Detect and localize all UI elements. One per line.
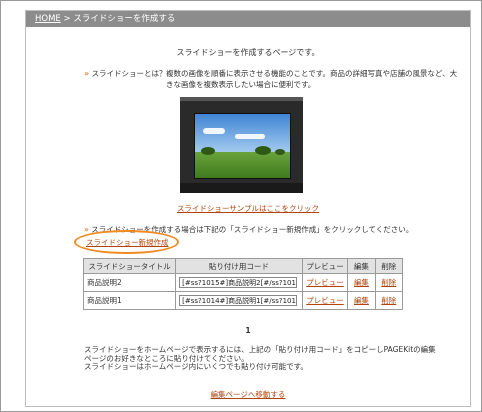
col-title-header: スライドショータイトル — [82, 258, 177, 274]
slideshow-sample-link[interactable]: スライドショーサンプルはここをクリック — [177, 204, 319, 213]
slideshow-title: 商品説明2 — [82, 273, 177, 292]
usage-notes: スライドショーをホームページで表示するには、上記の「貼り付け用コード」をコピーし… — [84, 345, 464, 372]
edit-link[interactable]: 編集 — [354, 278, 369, 287]
col-code-header: 貼り付け用コード — [175, 258, 303, 274]
embed-code-field[interactable]: [#ss?1015#]商品説明2[#/ss?1015#] — [179, 277, 298, 288]
page-frame: HOME > スライドショーを作成する スライドショーを作成するページです。 »… — [0, 0, 482, 412]
pagination: 1 — [26, 326, 470, 335]
sample-link-wrap: スライドショーサンプルはここをクリック — [26, 196, 470, 215]
page-intro: スライドショーを作成するページです。 — [176, 48, 320, 57]
col-delete-header: 削除 — [374, 258, 404, 274]
edit-page-link-wrap: 編集ページへ移動する — [26, 382, 470, 401]
breadcrumb-separator: > — [60, 14, 74, 24]
edit-link[interactable]: 編集 — [354, 296, 369, 305]
col-edit-header: 編集 — [347, 258, 376, 274]
about-label: スライドショーとは？: — [91, 69, 170, 78]
content-panel: HOME > スライドショーを作成する スライドショーを作成するページです。 »… — [25, 10, 471, 407]
preview-link[interactable]: プレビュー — [306, 278, 344, 287]
slideshow-title: 商品説明1 — [82, 291, 177, 310]
col-preview-header: プレビュー — [301, 258, 349, 274]
highlight-circle — [74, 230, 179, 254]
slideshow-table: スライドショータイトル 貼り付け用コード プレビュー 編集 削除 商品説明2 [… — [82, 258, 404, 310]
breadcrumb-current: スライドショーを作成する — [73, 14, 176, 24]
about-label-wrap: » スライドショーとは？: — [84, 68, 169, 79]
chevron-right-icon: » — [84, 69, 90, 78]
slideshow-preview-image[interactable] — [180, 97, 303, 193]
landscape-photo — [194, 113, 291, 179]
breadcrumb: HOME > スライドショーを作成する — [26, 11, 470, 27]
go-to-edit-page-link[interactable]: 編集ページへ移動する — [211, 390, 286, 399]
table-row: 商品説明2 [#ss?1015#]商品説明2[#/ss?1015#] プレビュー… — [82, 273, 404, 292]
breadcrumb-home-link[interactable]: HOME — [35, 14, 61, 24]
embed-code-field[interactable]: [#ss?1014#]商品説明1[#/ss?1014#] — [179, 295, 298, 306]
table-row: 商品説明1 [#ss?1014#]商品説明1[#/ss?1014#] プレビュー… — [82, 291, 404, 310]
page-number[interactable]: 1 — [245, 326, 250, 335]
table-header-row: スライドショータイトル 貼り付け用コード プレビュー 編集 削除 — [82, 258, 404, 274]
about-description: 複数の画像を順番に表示させる機能のことです。商品の詳細写真や店舗の風景など、大き… — [166, 69, 458, 89]
preview-link[interactable]: プレビュー — [306, 296, 344, 305]
delete-link[interactable]: 削除 — [381, 278, 396, 287]
usage-note-line: スライドショーはホームページ内にいくつでも貼り付け可能です。 — [84, 362, 308, 371]
preview-bottom-bar — [180, 183, 303, 193]
delete-link[interactable]: 削除 — [381, 296, 396, 305]
